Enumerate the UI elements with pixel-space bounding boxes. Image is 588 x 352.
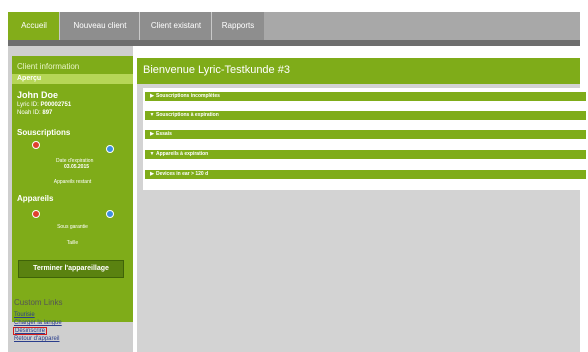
active-indicator-icon <box>106 145 114 153</box>
expand-arrow-icon: ▶ <box>150 131 154 137</box>
bar-incomplete-subscriptions[interactable]: ▶ Souscriptions incomplètes <box>145 92 586 101</box>
custom-link-unsubscribe[interactable]: Désinscrire <box>13 327 48 335</box>
noah-id-label: Noah ID <box>17 110 40 116</box>
warranty-label: Sous garantie <box>57 224 88 230</box>
tab-label: Accueil <box>21 21 47 30</box>
devices-title: Appareils <box>17 194 54 203</box>
sidebar: Client information Aperçu John Doe Lyric… <box>8 46 133 352</box>
bar-label: Appareils à expiration <box>156 151 209 157</box>
bar-label: Devices in ear > 120 d <box>156 171 209 177</box>
overview-label: Aperçu <box>17 75 42 82</box>
tab-rapports[interactable]: Rapports <box>212 12 264 40</box>
device-active-indicator-icon <box>106 210 114 218</box>
custom-link-language[interactable]: Charger la langue <box>14 320 62 326</box>
noah-id-row: Noah ID: 897 <box>17 110 53 116</box>
expiry-date-value: 03.05.2015 <box>64 164 90 170</box>
expand-arrow-icon: ▶ <box>150 93 154 99</box>
bar-label: Essais <box>156 131 172 137</box>
lyric-id-label: Lyric ID <box>17 102 38 108</box>
expiry-date-row: Date d'expiration 03.05.2015 <box>56 158 126 170</box>
bar-devices-in-ear[interactable]: ▶ Devices in ear > 120 d <box>145 170 586 179</box>
tab-label: Nouveau client <box>73 21 127 30</box>
tab-accueil[interactable]: Accueil <box>8 12 60 40</box>
bar-trials[interactable]: ▶ Essais <box>145 130 586 139</box>
expand-arrow-icon: ▶ <box>150 171 154 177</box>
collapse-arrow-icon: ▼ <box>149 112 155 118</box>
bar-label: Souscriptions à expiration <box>156 112 219 118</box>
tab-label: Client existant <box>150 21 202 30</box>
subscriptions-title: Souscriptions <box>17 128 71 137</box>
collapse-arrow-icon: ▼ <box>149 151 155 157</box>
bar-expiring-devices[interactable]: ▼ Appareils à expiration <box>145 150 586 159</box>
custom-links-title: Custom Links <box>14 298 63 307</box>
page-title: Bienvenue Lyric-Testkunde #3 <box>143 64 290 76</box>
noah-id-value: 897 <box>42 110 53 116</box>
custom-link-device-return[interactable]: Retour d'appareil <box>14 336 60 342</box>
overview-header: Aperçu <box>12 74 133 84</box>
tab-nouveau-client[interactable]: Nouveau client <box>60 12 140 40</box>
tab-label: Rapports <box>221 21 255 30</box>
expired-indicator-icon <box>32 141 40 149</box>
end-fitting-button[interactable]: Terminer l'appareillage <box>18 260 124 278</box>
client-information-panel: Client information Aperçu John Doe Lyric… <box>12 56 133 322</box>
size-label: Taille <box>66 240 79 246</box>
panel-title: Client information <box>17 62 80 71</box>
custom-link-tourisie[interactable]: Tourisie <box>14 312 35 318</box>
remaining-devices-label: Appareils restant <box>53 179 92 185</box>
lyric-id-value: P00002751 <box>40 102 72 108</box>
lyric-id-row: Lyric ID: P00002751 <box>17 102 72 108</box>
top-navigation: Accueil Nouveau client Client existant R… <box>8 12 580 40</box>
client-name: John Doe <box>17 90 59 100</box>
welcome-header: Bienvenue Lyric-Testkunde #3 <box>137 58 580 84</box>
bar-expiring-subscriptions[interactable]: ▼ Souscriptions à expiration <box>145 111 586 120</box>
device-expired-indicator-icon <box>32 210 40 218</box>
bar-label: Souscriptions incomplètes <box>156 93 220 99</box>
tab-client-existant[interactable]: Client existant <box>140 12 212 40</box>
